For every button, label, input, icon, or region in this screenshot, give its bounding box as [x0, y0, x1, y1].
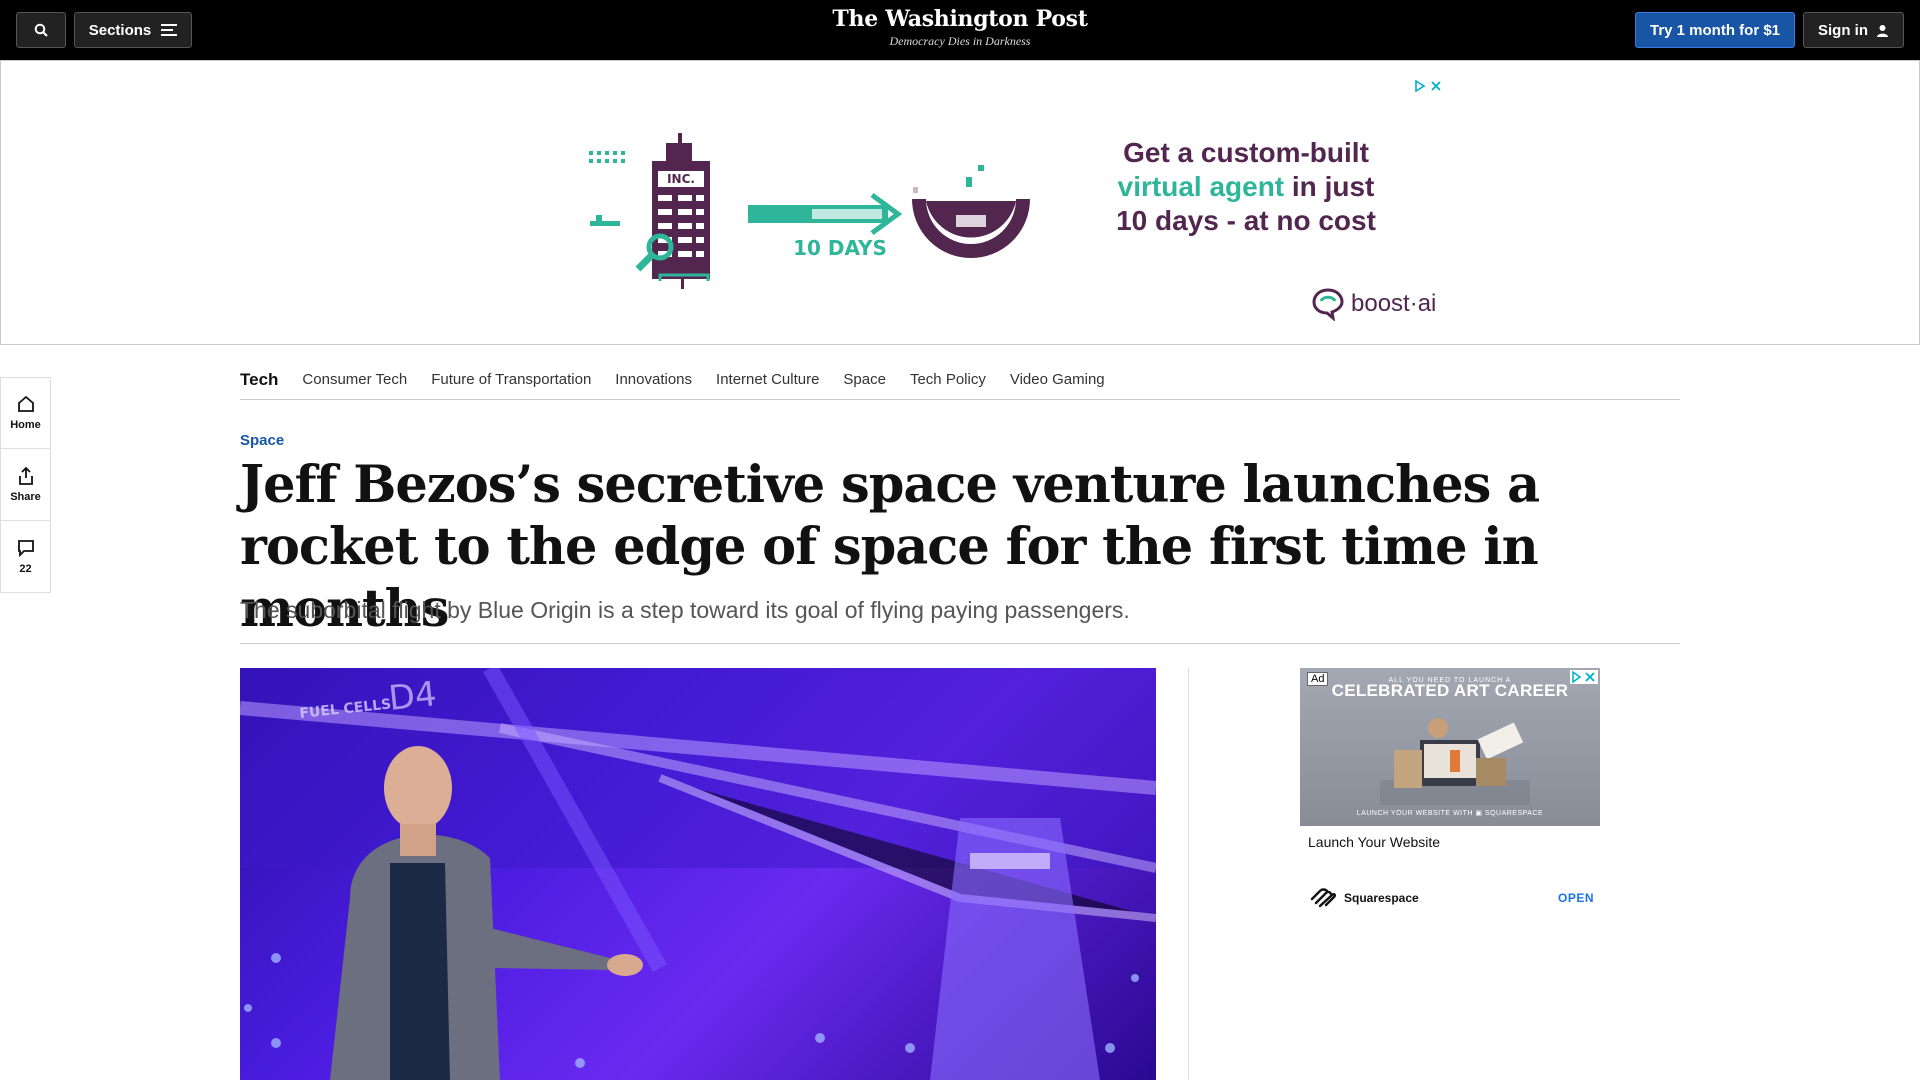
squarespace-name: Squarespace: [1344, 891, 1419, 905]
lead-photo-image: FUEL CELLS D4: [240, 668, 1156, 1080]
svg-text:INC.: INC.: [667, 172, 695, 186]
comments-count: 22: [19, 562, 32, 575]
svg-text:10 DAYS: 10 DAYS: [793, 236, 887, 260]
ad-line-1: Get a custom-built: [1123, 137, 1369, 168]
logo-name: The Washington Post: [832, 6, 1088, 32]
section-nav-tech-policy[interactable]: Tech Policy: [910, 371, 986, 388]
sidebar-ad-headline: CELEBRATED ART CAREER: [1331, 681, 1569, 700]
banner-advertisement[interactable]: INC. 10 DAYS Get a custom-built virtual …: [0, 60, 1920, 345]
home-button[interactable]: Home: [0, 377, 51, 449]
ad-line-2-rest: in just: [1284, 171, 1375, 202]
user-icon: [1877, 24, 1888, 37]
section-nav-tech[interactable]: Tech: [240, 370, 278, 390]
top-navigation-bar: Sections The Washington Post Democracy D…: [0, 0, 1920, 60]
boost-ai-name: boost·ai: [1351, 290, 1437, 317]
section-nav-future-of-transportation[interactable]: Future of Transportation: [431, 371, 591, 388]
section-nav-video-gaming[interactable]: Video Gaming: [1010, 371, 1105, 388]
ad-highlight: virtual agent: [1117, 171, 1285, 202]
section-nav-consumer-tech[interactable]: Consumer Tech: [302, 371, 407, 388]
section-nav-space[interactable]: Space: [843, 371, 886, 388]
section-nav-internet-culture[interactable]: Internet Culture: [716, 371, 819, 388]
sidebar-ad-image[interactable]: Ad ALL YOU NEED TO LAUNCH A CELEBRATED A…: [1300, 668, 1600, 826]
art-supplies-illustration: [1380, 718, 1530, 805]
section-navigation: Tech Consumer Tech Future of Transportat…: [240, 360, 1680, 400]
boost-ai-logo: boost·ai: [1311, 287, 1436, 321]
arrow-icon: 10 DAYS: [748, 192, 903, 260]
open-ad-button[interactable]: OPEN: [1558, 891, 1594, 905]
subscribe-button[interactable]: Try 1 month for $1: [1635, 12, 1795, 48]
site-logo[interactable]: The Washington Post Democracy Dies in Da…: [0, 6, 1920, 49]
ad-line-2: virtual agent in just: [1086, 170, 1406, 204]
section-nav-innovations[interactable]: Innovations: [615, 371, 692, 388]
share-label: Share: [10, 490, 41, 503]
left-action-rail: Home Share 22: [0, 377, 51, 593]
squarespace-logo-icon: [1310, 888, 1337, 908]
ad-line-3: 10 days - at no cost: [1116, 205, 1376, 236]
sign-in-label: Sign in: [1818, 21, 1868, 39]
bowl-icon: [912, 165, 1030, 258]
header-divider: [240, 643, 1680, 644]
sidebar-ad-bottom-text: LAUNCH YOUR WEBSITE WITH ▣ SQUARESPACE: [1356, 810, 1544, 817]
comments-button[interactable]: 22: [0, 521, 51, 593]
sidebar-ad-caption[interactable]: Launch Your Website: [1308, 834, 1440, 850]
sign-in-button[interactable]: Sign in: [1803, 12, 1904, 48]
chat-bubble-icon: [1312, 288, 1344, 321]
logo-tagline: Democracy Dies in Darkness: [889, 34, 1031, 48]
adchoices-icon[interactable]: [1414, 79, 1444, 95]
svg-text:D4: D4: [387, 674, 439, 719]
building-icon: INC.: [652, 133, 710, 289]
share-button[interactable]: Share: [0, 449, 51, 521]
crowd-icon: [589, 151, 625, 163]
home-icon: [17, 395, 34, 412]
article-kicker[interactable]: Space: [240, 432, 284, 449]
lead-photo[interactable]: FUEL CELLS D4: [240, 668, 1156, 1080]
sidebar-advertisement[interactable]: Ad ALL YOU NEED TO LAUNCH A CELEBRATED A…: [1300, 668, 1600, 908]
share-icon: [18, 466, 33, 485]
home-label: Home: [10, 419, 41, 431]
ad-illustration: INC. 10 DAYS: [589, 133, 1030, 289]
comment-icon: [17, 539, 34, 557]
article-subheadline: The suborbital flight by Blue Origin is …: [240, 597, 1130, 623]
ad-headline: Get a custom-built virtual agent in just…: [1086, 136, 1406, 238]
column-divider: [1188, 668, 1189, 1080]
sidebar-ad-brand-row: Squarespace OPEN: [1308, 887, 1594, 909]
squarespace-brand[interactable]: Squarespace: [1308, 887, 1419, 909]
